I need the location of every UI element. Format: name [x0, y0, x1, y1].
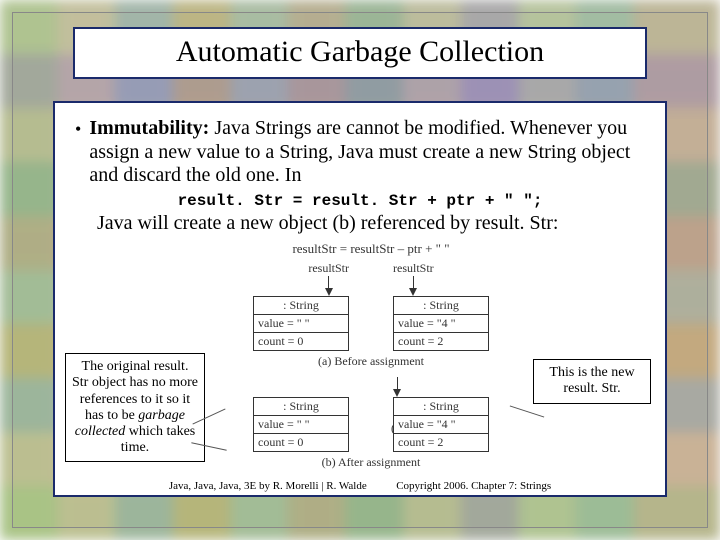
string-object-before-left: : String value = " " count = 0	[253, 296, 349, 351]
slide-title: Automatic Garbage Collection	[75, 35, 645, 69]
obj-header: : String	[394, 297, 488, 315]
annot-left-t2: which takes time.	[121, 424, 195, 455]
obj-header: : String	[254, 398, 348, 416]
before-labels: resultStr resultStr	[227, 261, 515, 296]
footer-left: Java, Java, Java, 3E by R. Morelli | R. …	[169, 480, 367, 492]
before-row: : String value = " " count = 0 : String …	[227, 296, 515, 351]
annotation-left: The original result. Str object has no m…	[65, 353, 205, 462]
obj-field: count = 2	[394, 434, 488, 451]
string-object-after-right: : String value = "4 " count = 2	[393, 397, 489, 452]
arrow-down-icon	[409, 288, 417, 296]
label-resultstr-right: resultStr	[393, 261, 434, 276]
diagram-area: The original result. Str object has no m…	[75, 241, 645, 501]
bullet-item: • Immutability: Java Strings are cannot …	[75, 117, 645, 188]
bullet-lead: Immutability:	[89, 117, 209, 139]
footer-right: Copyright 2006. Chapter 7: Strings	[396, 480, 551, 492]
obj-field: value = " "	[254, 315, 348, 333]
obj-field: count = 0	[254, 333, 348, 350]
diagram-center: resultStr = resultStr – ptr + " " result…	[227, 241, 515, 501]
label-resultstr-left: resultStr	[308, 261, 349, 276]
title-box: Automatic Garbage Collection	[73, 27, 647, 79]
arrow-stem-icon	[328, 276, 329, 288]
diagram-code-label: resultStr = resultStr – ptr + " "	[227, 241, 515, 257]
bullet-dot-icon: •	[75, 117, 81, 188]
arrow-stem-icon	[397, 377, 398, 389]
arrow-down-icon	[325, 288, 333, 296]
after-arrows	[227, 377, 515, 397]
caption-before: (a) Before assignment	[227, 354, 515, 369]
obj-field: count = 2	[394, 333, 488, 350]
string-object-before-right: : String value = "4 " count = 2	[393, 296, 489, 351]
continuation-text: Java will create a new object (b) refere…	[97, 212, 645, 236]
obj-header: : String	[254, 297, 348, 315]
annotation-right: This is the new result. Str.	[533, 359, 651, 403]
obj-header: : String	[394, 398, 488, 416]
caption-after: (b) After assignment	[227, 455, 515, 470]
slide-frame: Automatic Garbage Collection • Immutabil…	[12, 12, 708, 528]
obj-field: value = "4 "	[394, 315, 488, 333]
obj-field: count = 0	[254, 434, 348, 451]
after-row: : String value = " " count = 0 : String …	[227, 397, 515, 452]
arrow-down-icon	[393, 389, 401, 397]
arrow-stem-icon	[413, 276, 414, 288]
bullet-text: Immutability: Java Strings are cannot be…	[89, 117, 645, 188]
footer: Java, Java, Java, 3E by R. Morelli | R. …	[55, 480, 665, 492]
body-box: • Immutability: Java Strings are cannot …	[53, 101, 667, 497]
code-line: result. Str = result. Str + ptr + " ";	[75, 192, 645, 210]
obj-field: value = " "	[254, 416, 348, 434]
obj-field: value = "4 "	[394, 416, 488, 434]
string-object-after-left: : String value = " " count = 0	[253, 397, 349, 452]
